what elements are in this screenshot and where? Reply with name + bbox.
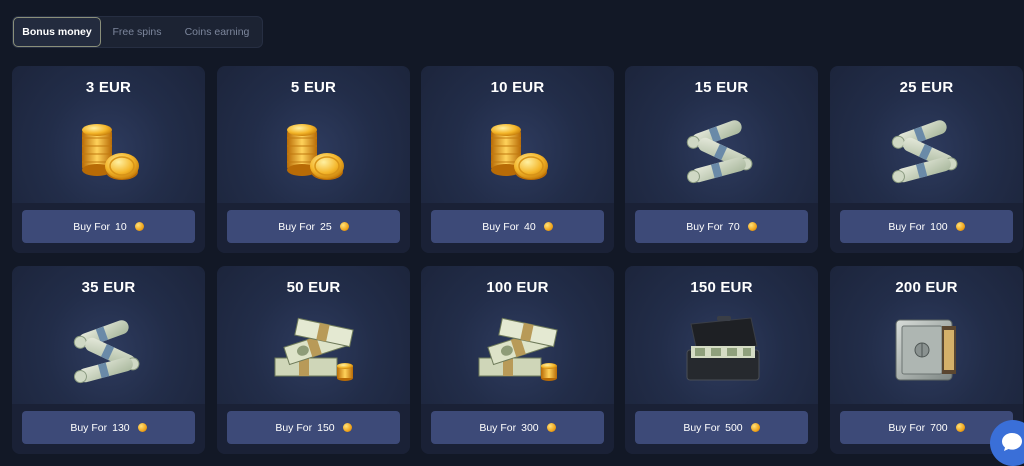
package-title: 35 EUR <box>81 279 136 296</box>
buy-button[interactable]: Buy For 150 <box>227 411 400 444</box>
buy-label: Buy For <box>275 421 313 434</box>
price-value: 40 <box>524 220 536 233</box>
buy-label: Buy For <box>888 220 926 233</box>
package-card: 150 EUR Buy For 500 <box>625 266 818 454</box>
coin-icon <box>747 222 757 231</box>
buy-label: Buy For <box>888 421 926 434</box>
buy-label: Buy For <box>70 421 108 434</box>
buy-button[interactable]: Buy For 300 <box>431 411 604 444</box>
buy-label: Buy For <box>479 421 517 434</box>
price-value: 25 <box>320 220 332 233</box>
package-card: 100 EUR Buy For 300 <box>421 266 614 454</box>
price-value: 130 <box>112 421 130 434</box>
chat-bubble-icon <box>1002 433 1022 451</box>
coin-icon <box>339 222 349 231</box>
package-title: 5 EUR <box>290 79 337 96</box>
package-title: 200 EUR <box>895 279 958 296</box>
buy-label: Buy For <box>482 220 520 233</box>
buy-button[interactable]: Buy For 500 <box>635 411 808 444</box>
buy-button[interactable]: Buy For 100 <box>840 210 1013 243</box>
price-value: 70 <box>728 220 740 233</box>
package-title: 100 EUR <box>486 279 549 296</box>
price-value: 10 <box>115 220 127 233</box>
coin-icon <box>543 222 553 231</box>
tab-coins-earning[interactable]: Coins earning <box>173 17 261 47</box>
coin-icon <box>955 222 965 231</box>
chat-button[interactable] <box>990 420 1024 466</box>
cash-rolls-icon <box>889 117 960 186</box>
package-title: 50 EUR <box>286 279 341 296</box>
tab-free-spins[interactable]: Free spins <box>101 17 173 47</box>
gold-coins-icon <box>489 123 549 181</box>
coin-icon <box>134 222 144 231</box>
buy-button[interactable]: Buy For 70 <box>635 210 808 243</box>
cash-stack-icon <box>274 317 354 382</box>
price-value: 150 <box>317 421 335 434</box>
buy-label: Buy For <box>73 220 111 233</box>
buy-button[interactable]: Buy For 10 <box>22 210 195 243</box>
price-value: 100 <box>930 220 948 233</box>
package-title: 10 EUR <box>490 79 545 96</box>
coin-icon <box>342 423 352 432</box>
buy-button[interactable]: Buy For 25 <box>227 210 400 243</box>
cash-briefcase-icon <box>686 316 759 381</box>
package-title: 150 EUR <box>690 279 753 296</box>
cash-rolls-icon <box>71 317 142 386</box>
price-value: 300 <box>521 421 539 434</box>
safe-icon <box>895 319 956 381</box>
buy-button[interactable]: Buy For 40 <box>431 210 604 243</box>
tab-bonus-money[interactable]: Bonus money <box>13 17 101 47</box>
coin-icon <box>137 423 147 432</box>
price-value: 500 <box>725 421 743 434</box>
package-card: 5 EUR Buy For 25 <box>217 66 410 253</box>
coin-icon <box>955 423 965 432</box>
package-card: 50 EUR Buy For 150 <box>217 266 410 454</box>
tab-bar: Bonus money Free spins Coins earning <box>12 16 263 48</box>
package-card: 15 EUR Buy For 70 <box>625 66 818 253</box>
package-card: 200 EUR Buy For 700 <box>830 266 1023 454</box>
gold-coins-icon <box>285 123 345 181</box>
cash-stack-icon <box>478 317 558 382</box>
buy-label: Buy For <box>278 220 316 233</box>
cash-rolls-icon <box>684 117 755 186</box>
package-card: 35 EUR Buy For 130 <box>12 266 205 454</box>
price-value: 700 <box>930 421 948 434</box>
buy-label: Buy For <box>686 220 724 233</box>
gold-coins-icon <box>80 123 140 181</box>
package-card: 10 EUR Buy For 40 <box>421 66 614 253</box>
package-title: 25 EUR <box>899 79 954 96</box>
coin-icon <box>546 423 556 432</box>
buy-label: Buy For <box>683 421 721 434</box>
buy-button[interactable]: Buy For 700 <box>840 411 1013 444</box>
package-title: 3 EUR <box>85 79 132 96</box>
package-title: 15 EUR <box>694 79 749 96</box>
package-card: 25 EUR Buy For 100 <box>830 66 1023 253</box>
coin-icon <box>750 423 760 432</box>
buy-button[interactable]: Buy For 130 <box>22 411 195 444</box>
package-card: 3 EUR Buy For 10 <box>12 66 205 253</box>
